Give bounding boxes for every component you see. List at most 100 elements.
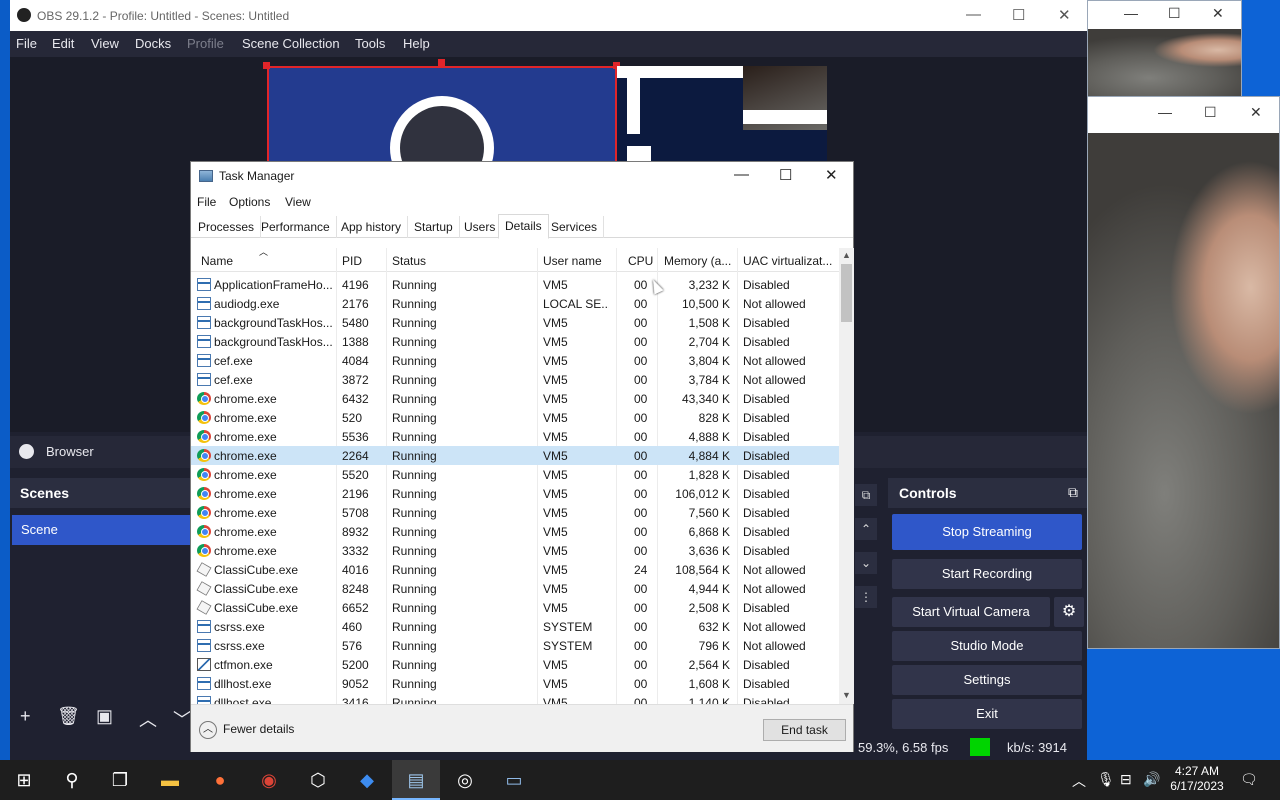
table-row[interactable]: ApplicationFrameHo... 4196 Running VM5 00 3,2…: [191, 275, 839, 294]
table-row[interactable]: chrome.exe 5520 Running VM5 00 1,828 K Disable…: [191, 465, 839, 484]
taskbar-obs[interactable]: ◎: [441, 760, 489, 800]
close-icon[interactable]: ✕: [1212, 5, 1224, 22]
taskbar-firefox[interactable]: ●: [196, 760, 244, 800]
scene-list-item[interactable]: Scene: [12, 515, 192, 545]
start-virtual-camera-button[interactable]: Start Virtual Camera: [892, 597, 1050, 627]
minimize-icon[interactable]: —: [966, 6, 981, 23]
move-down-icon[interactable]: ﹀: [173, 706, 191, 732]
window-capture-preview[interactable]: [617, 66, 827, 161]
tab-details[interactable]: Details: [498, 214, 549, 239]
taskbar-edge[interactable]: ◆: [343, 760, 391, 800]
settings-button[interactable]: Settings: [892, 665, 1082, 695]
tab-performance[interactable]: Performance: [255, 216, 337, 238]
taskbar-classicube[interactable]: ⬡: [294, 760, 342, 800]
close-icon[interactable]: ✕: [825, 166, 838, 184]
start-button[interactable]: ⊞: [0, 760, 48, 800]
menu-help[interactable]: Help: [403, 36, 430, 51]
close-icon[interactable]: ✕: [1250, 104, 1262, 121]
table-row[interactable]: csrss.exe 576 Running SYSTEM 00 796 K Not allo…: [191, 636, 839, 655]
scroll-up-icon[interactable]: ⌃: [855, 518, 877, 540]
tm-menu-options[interactable]: Options: [229, 195, 270, 209]
table-row[interactable]: backgroundTaskHos... 5480 Running VM5 00 1,50…: [191, 313, 839, 332]
undock-icon[interactable]: ⧉: [1068, 484, 1078, 501]
exit-button[interactable]: Exit: [892, 699, 1082, 729]
tab-services[interactable]: Services: [545, 216, 605, 238]
table-row[interactable]: chrome.exe 520 Running VM5 00 828 K Disabled: [191, 408, 839, 427]
fewer-details-link[interactable]: ︿ Fewer details: [199, 721, 294, 739]
table-row[interactable]: ClassiCube.exe 6652 Running VM5 00 2,508 K Dis…: [191, 598, 839, 617]
close-icon[interactable]: ✕: [1058, 6, 1071, 24]
gear-icon[interactable]: ⚙: [1054, 597, 1084, 627]
task-manager-titlebar[interactable]: Task Manager — ☐ ✕: [191, 162, 853, 190]
table-row[interactable]: ClassiCube.exe 4016 Running VM5 24 108,564 K N…: [191, 560, 839, 579]
start-recording-button[interactable]: Start Recording: [892, 559, 1082, 589]
table-row[interactable]: chrome.exe 5708 Running VM5 00 7,560 K Disable…: [191, 503, 839, 522]
column-status[interactable]: Status: [392, 254, 426, 268]
table-row[interactable]: dllhost.exe 3416 Running VM5 00 1,140 K Disabl…: [191, 693, 839, 704]
column-cpu[interactable]: CPU: [628, 254, 653, 268]
add-scene-icon[interactable]: +: [20, 706, 31, 727]
menu-docks[interactable]: Docks: [135, 36, 171, 51]
table-row[interactable]: backgroundTaskHos... 1388 Running VM5 00 2,70…: [191, 332, 839, 351]
notification-icon[interactable]: 🗨: [1240, 771, 1258, 788]
filters-icon[interactable]: ▣: [96, 706, 113, 727]
table-row[interactable]: chrome.exe 2196 Running VM5 00 106,012 K Disab…: [191, 484, 839, 503]
undock-icon[interactable]: ⧉: [855, 484, 877, 506]
tab-startup[interactable]: Startup: [408, 216, 460, 238]
task-view-button[interactable]: ❐: [96, 760, 144, 800]
studio-mode-button[interactable]: Studio Mode: [892, 631, 1082, 661]
photo-window-titlebar[interactable]: — ☐ ✕: [1088, 1, 1241, 29]
trash-icon[interactable]: 🗑: [57, 706, 80, 727]
menu-view[interactable]: View: [91, 36, 119, 51]
tm-menu-file[interactable]: File: [197, 195, 216, 209]
maximize-icon[interactable]: ☐: [1168, 5, 1181, 22]
obs-titlebar[interactable]: OBS 29.1.2 - Profile: Untitled - Scenes:…: [10, 0, 1087, 31]
table-row[interactable]: chrome.exe 2264 Running VM5 00 4,884 K Disable…: [191, 446, 839, 465]
taskbar-task-manager[interactable]: ▤: [392, 760, 440, 800]
scrollbar-thumb[interactable]: [841, 264, 852, 322]
taskbar-file-explorer[interactable]: ▬: [146, 760, 194, 800]
table-row[interactable]: ctfmon.exe 5200 Running VM5 00 2,564 K Disable…: [191, 655, 839, 674]
end-task-button[interactable]: End task: [763, 719, 846, 741]
table-row[interactable]: cef.exe 4084 Running VM5 00 3,804 K Not allowe…: [191, 351, 839, 370]
volume-icon[interactable]: 🔊: [1143, 771, 1160, 788]
menu-file[interactable]: File: [16, 36, 37, 51]
table-row[interactable]: chrome.exe 3332 Running VM5 00 3,636 K Disable…: [191, 541, 839, 560]
tab-users[interactable]: Users: [458, 216, 503, 238]
table-row[interactable]: ClassiCube.exe 8248 Running VM5 00 4,944 K Not…: [191, 579, 839, 598]
tab-processes[interactable]: Processes: [192, 216, 262, 238]
browser-source-preview[interactable]: [267, 66, 617, 176]
stop-streaming-button[interactable]: Stop Streaming: [892, 514, 1082, 550]
table-row[interactable]: chrome.exe 5536 Running VM5 00 4,888 K Disable…: [191, 427, 839, 446]
photo-window-back[interactable]: — ☐ ✕: [1087, 0, 1242, 100]
table-row[interactable]: chrome.exe 6432 Running VM5 00 43,340 K Disabl…: [191, 389, 839, 408]
system-clock[interactable]: 4:27 AM 6/17/2023: [1163, 764, 1231, 794]
resize-handle[interactable]: [263, 62, 270, 69]
table-row[interactable]: csrss.exe 460 Running SYSTEM 00 632 K Not allo…: [191, 617, 839, 636]
scroll-up-arrow-icon[interactable]: ▲: [842, 250, 851, 260]
network-icon[interactable]: ⊟: [1120, 771, 1132, 788]
minimize-icon[interactable]: —: [734, 166, 749, 183]
photo-window-titlebar[interactable]: — ☐ ✕: [1088, 97, 1279, 133]
column-user-name[interactable]: User name: [543, 254, 602, 268]
resize-handle[interactable]: [438, 59, 445, 66]
column-name[interactable]: Name: [201, 254, 233, 268]
table-row[interactable]: audiodg.exe 2176 Running LOCAL SE... 00 10,50…: [191, 294, 839, 313]
column-memory[interactable]: Memory (a...: [664, 254, 731, 268]
table-row[interactable]: chrome.exe 8932 Running VM5 00 6,868 K Disable…: [191, 522, 839, 541]
move-up-icon[interactable]: ︿: [139, 706, 157, 732]
scroll-down-arrow-icon[interactable]: ▼: [842, 690, 851, 700]
vertical-scrollbar[interactable]: ▲ ▼: [839, 248, 854, 704]
menu-tools[interactable]: Tools: [355, 36, 385, 51]
maximize-icon[interactable]: ☐: [1012, 6, 1025, 24]
menu-profile[interactable]: Profile: [187, 36, 224, 51]
menu-scene-collection[interactable]: Scene Collection: [242, 36, 340, 51]
maximize-icon[interactable]: ☐: [779, 166, 792, 184]
minimize-icon[interactable]: —: [1124, 5, 1138, 21]
menu-edit[interactable]: Edit: [52, 36, 74, 51]
column-uac[interactable]: UAC virtualizat...: [743, 254, 832, 268]
tm-menu-view[interactable]: View: [285, 195, 311, 209]
tab-app-history[interactable]: App history: [335, 216, 409, 238]
column-pid[interactable]: PID: [342, 254, 362, 268]
table-row[interactable]: dllhost.exe 9052 Running VM5 00 1,608 K Disabl…: [191, 674, 839, 693]
